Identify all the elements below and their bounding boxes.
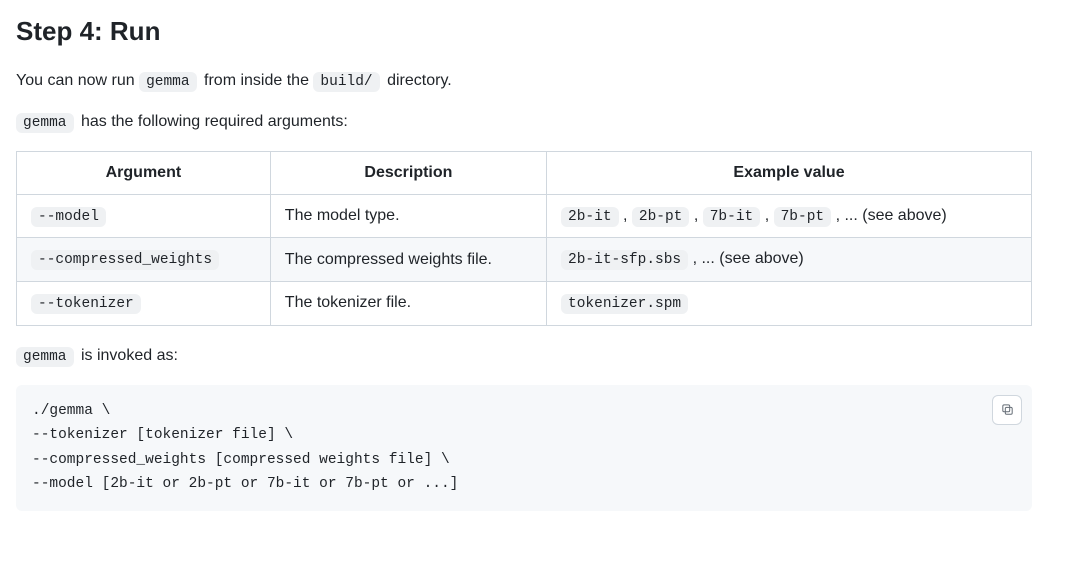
- example-value: 2b-it-sfp.sbs: [561, 250, 688, 270]
- col-example: Example value: [547, 151, 1032, 194]
- table-row: --compressed_weights The compressed weigh…: [17, 238, 1032, 282]
- cell-example: tokenizer.spm: [547, 282, 1032, 326]
- example-suffix: , ... (see above): [836, 207, 947, 224]
- cell-description: The tokenizer file.: [270, 282, 546, 326]
- args-paragraph: gemma has the following required argumen…: [16, 110, 1032, 135]
- arguments-table: Argument Description Example value --mod…: [16, 151, 1032, 326]
- code-block: ./gemma \ --tokenizer [tokenizer file] \…: [16, 385, 1032, 512]
- example-value: tokenizer.spm: [561, 294, 688, 314]
- comma-sep: ,: [760, 207, 773, 224]
- dir-build: build/: [313, 72, 379, 92]
- comma-sep: ,: [689, 207, 702, 224]
- section-heading: Step 4: Run: [16, 12, 1032, 51]
- example-value: 7b-pt: [774, 207, 832, 227]
- col-argument: Argument: [17, 151, 271, 194]
- cell-example: 2b-it , 2b-pt , 7b-it , 7b-pt , ... (see…: [547, 194, 1032, 238]
- example-value: 7b-it: [703, 207, 761, 227]
- cmd-gemma: gemma: [16, 113, 74, 133]
- copy-icon: [1000, 402, 1015, 417]
- table-row: --tokenizer The tokenizer file. tokenizer.…: [17, 282, 1032, 326]
- intro-text-after: directory.: [387, 72, 452, 89]
- cmd-gemma: gemma: [16, 347, 74, 367]
- cmd-gemma: gemma: [139, 72, 197, 92]
- args-text-after: has the following required arguments:: [81, 113, 348, 130]
- table-header-row: Argument Description Example value: [17, 151, 1032, 194]
- invoke-text-after: is invoked as:: [81, 347, 178, 364]
- intro-text-mid: from inside the: [204, 72, 313, 89]
- code-content: ./gemma \ --tokenizer [tokenizer file] \…: [32, 399, 1016, 498]
- arg-flag: --compressed_weights: [31, 250, 219, 270]
- cell-description: The model type.: [270, 194, 546, 238]
- intro-text-before: You can now run: [16, 72, 139, 89]
- arg-flag: --model: [31, 207, 106, 227]
- example-suffix: , ... (see above): [693, 250, 804, 267]
- arg-flag: --tokenizer: [31, 294, 141, 314]
- cell-argument: --model: [17, 194, 271, 238]
- invoke-paragraph: gemma is invoked as:: [16, 344, 1032, 369]
- comma-sep: ,: [619, 207, 632, 224]
- example-value: 2b-it: [561, 207, 619, 227]
- cell-argument: --compressed_weights: [17, 238, 271, 282]
- example-value: 2b-pt: [632, 207, 690, 227]
- intro-paragraph: You can now run gemma from inside the bu…: [16, 69, 1032, 94]
- copy-button[interactable]: [992, 395, 1022, 425]
- col-description: Description: [270, 151, 546, 194]
- cell-example: 2b-it-sfp.sbs , ... (see above): [547, 238, 1032, 282]
- cell-argument: --tokenizer: [17, 282, 271, 326]
- cell-description: The compressed weights file.: [270, 238, 546, 282]
- table-row: --modelThe model type.2b-it , 2b-pt , 7b…: [17, 194, 1032, 238]
